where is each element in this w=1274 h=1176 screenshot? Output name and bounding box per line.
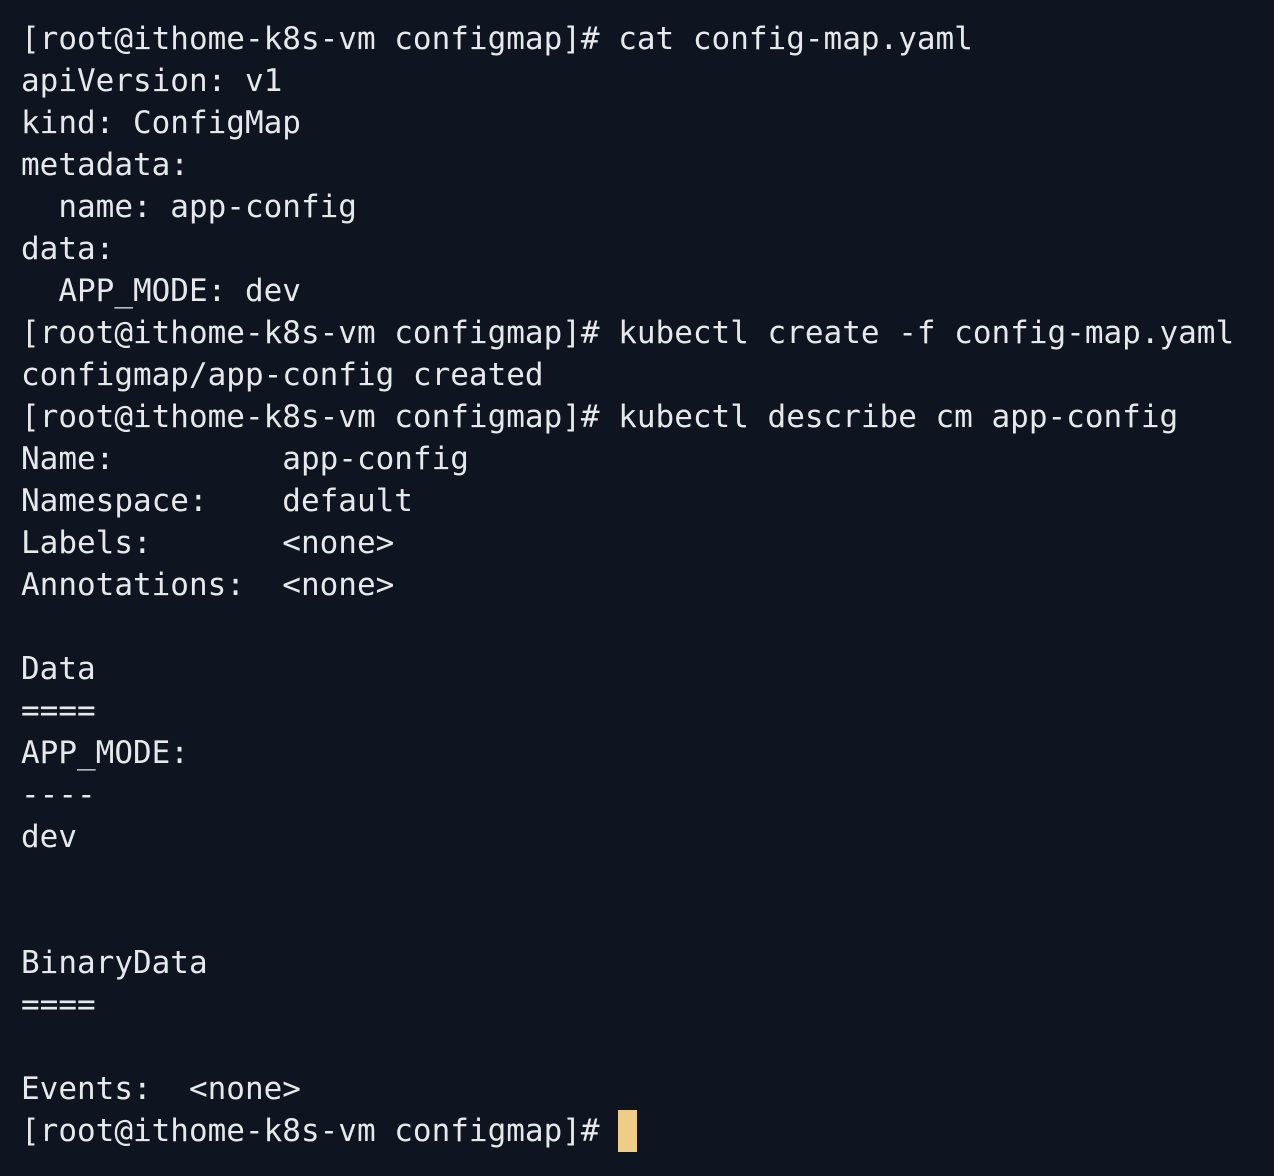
terminal-line: APP_MODE: [21, 735, 189, 771]
terminal-line: ==== [21, 693, 96, 729]
terminal-line: ==== [21, 987, 96, 1023]
terminal-window[interactable]: [root@ithome-k8s-vm configmap]# cat conf… [0, 0, 1274, 1176]
terminal-line: name: app-config [21, 189, 357, 225]
terminal-line: [root@ithome-k8s-vm configmap]# cat conf… [21, 21, 973, 57]
terminal-line: [root@ithome-k8s-vm configmap]# kubectl … [21, 399, 1179, 435]
terminal-line: apiVersion: v1 [21, 63, 283, 99]
terminal-line: Labels: <none> [21, 525, 395, 561]
terminal-line: configmap/app-config created [21, 357, 544, 393]
terminal-line: dev [21, 819, 77, 855]
terminal-line: data: [21, 231, 115, 267]
terminal-line: metadata: [21, 147, 189, 183]
terminal-output: [root@ithome-k8s-vm configmap]# cat conf… [21, 18, 1274, 1110]
terminal-line: Data [21, 651, 96, 687]
terminal-prompt: [root@ithome-k8s-vm configmap]# [21, 1113, 619, 1149]
terminal-line: Namespace: default [21, 483, 413, 519]
terminal-line: kind: ConfigMap [21, 105, 301, 141]
terminal-line: [root@ithome-k8s-vm configmap]# kubectl … [21, 315, 1235, 351]
terminal-prompt-line[interactable]: [root@ithome-k8s-vm configmap]# [21, 1110, 1274, 1152]
terminal-line: BinaryData [21, 945, 208, 981]
block-cursor-icon[interactable] [618, 1110, 638, 1152]
terminal-line: Name: app-config [21, 441, 469, 477]
terminal-line: Events: <none> [21, 1071, 301, 1107]
terminal-line: Annotations: <none> [21, 567, 395, 603]
terminal-line: APP_MODE: dev [21, 273, 301, 309]
terminal-line: ---- [21, 777, 96, 813]
